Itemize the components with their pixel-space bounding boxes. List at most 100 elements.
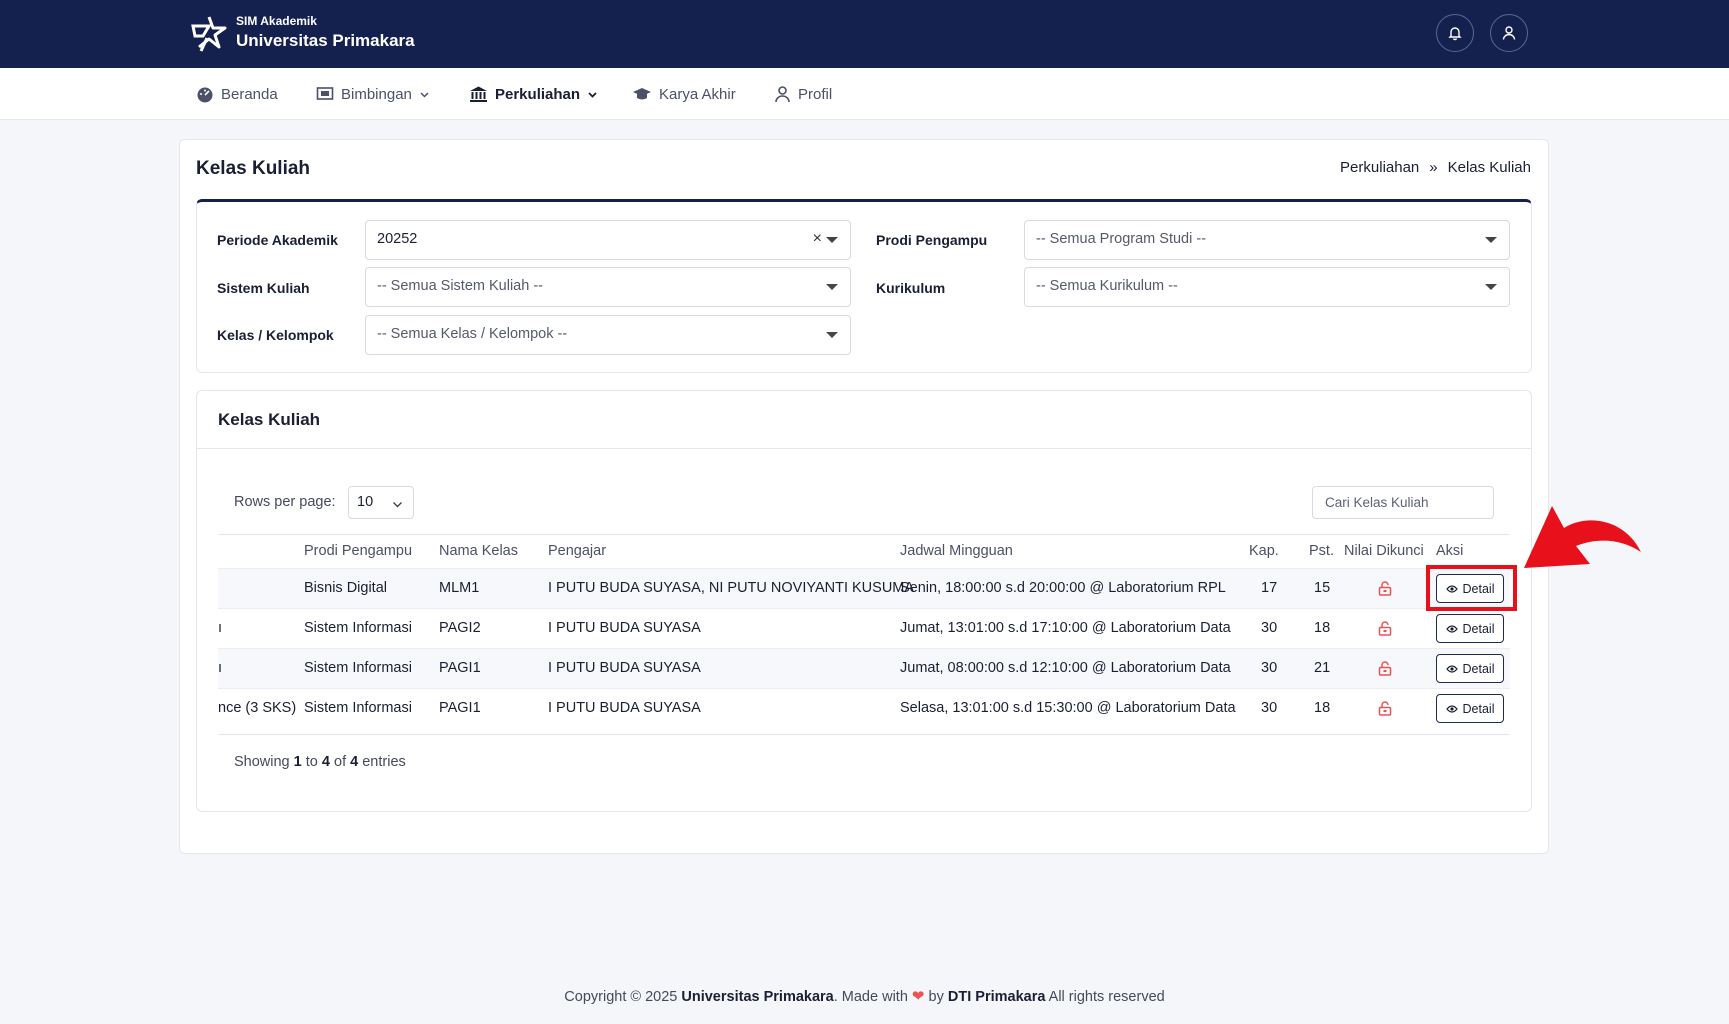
periode-value: 20252	[377, 231, 418, 247]
kelas-table: Prodi Pengampu Nama Kelas Pengajar Jadwa…	[218, 534, 1510, 735]
institution-icon	[470, 86, 487, 102]
footer-rights: All rights reserved	[1048, 989, 1165, 1005]
entries-total: 4	[350, 754, 359, 770]
clear-icon[interactable]: ×	[813, 230, 822, 248]
pst-cell: 15	[1314, 580, 1331, 596]
caret-down-icon	[1485, 284, 1497, 290]
rows-per-page-select[interactable]: 10	[348, 486, 414, 519]
top-header: SIM Akademik Universitas Primakara	[0, 0, 1729, 68]
nav-karya-akhir[interactable]: Karya Akhir	[632, 85, 736, 103]
col-header-nilai-dikunci[interactable]: Nilai Dikunci	[1344, 543, 1424, 559]
detail-button[interactable]: Detail	[1436, 654, 1504, 683]
prodi-cell: Sistem Informasi	[304, 660, 412, 676]
notification-button[interactable]	[1436, 14, 1474, 52]
kap-cell: 30	[1261, 660, 1278, 676]
kap-cell: 30	[1261, 700, 1278, 716]
page-title: Kelas Kuliah	[196, 158, 311, 179]
chevron-down-icon	[420, 91, 429, 98]
entries-suffix: entries	[362, 754, 406, 770]
col-header-pengajar[interactable]: Pengajar	[548, 543, 606, 559]
breadcrumb-current: Kelas Kuliah	[1447, 159, 1531, 176]
nav-beranda[interactable]: Beranda	[196, 85, 278, 103]
nav-karya-akhir-label: Karya Akhir	[659, 85, 736, 103]
sistem-select[interactable]: -- Semua Sistem Kuliah --	[365, 267, 851, 307]
caret-down-icon	[826, 332, 838, 338]
red-arrow-icon	[1524, 506, 1641, 568]
user-menu-button[interactable]	[1490, 14, 1528, 52]
kap-cell: 17	[1261, 580, 1278, 596]
kelas-value: -- Semua Kelas / Kelompok --	[377, 326, 568, 342]
nav-bimbingan[interactable]: Bimbingan	[316, 85, 430, 103]
entries-info: Showing 1 to 4 of 4 entries	[234, 754, 406, 770]
detail-button[interactable]: Detail	[1436, 694, 1504, 723]
kelas-cell: PAGI1	[439, 700, 481, 716]
col-header-jadwal[interactable]: Jadwal Mingguan	[900, 543, 1013, 559]
kelas-select[interactable]: -- Semua Kelas / Kelompok --	[365, 315, 851, 355]
truncated-cell: ı	[218, 620, 223, 636]
table-row: nce (3 SKS) Sistem Informasi PAGI1 I PUT…	[218, 688, 1510, 728]
col-header-kap[interactable]: Kap.	[1249, 543, 1279, 559]
detail-button[interactable]: Detail	[1436, 614, 1504, 643]
col-header-nama-kelas[interactable]: Nama Kelas	[439, 543, 518, 559]
unlock-icon	[1378, 621, 1392, 636]
prodi-value: -- Semua Program Studi --	[1036, 231, 1207, 247]
pengajar-cell: I PUTU BUDA SUYASA	[548, 660, 701, 676]
breadcrumb-separator: »	[1429, 159, 1438, 176]
detail-button-label: Detail	[1462, 701, 1495, 716]
unlock-icon	[1378, 581, 1392, 596]
prodi-select[interactable]: -- Semua Program Studi --	[1024, 220, 1510, 260]
primakara-logo-icon	[191, 16, 227, 52]
breadcrumb: Perkuliahan » Kelas Kuliah	[1340, 159, 1531, 176]
detail-button-label: Detail	[1462, 621, 1495, 636]
bell-icon	[1448, 27, 1462, 41]
periode-select[interactable]: 20252 ×	[365, 220, 851, 260]
entries-to-word: to	[305, 754, 318, 770]
breadcrumb-perkuliahan[interactable]: Perkuliahan	[1340, 159, 1419, 176]
search-input[interactable]	[1312, 486, 1494, 519]
detail-button-label: Detail	[1462, 661, 1495, 676]
app-subtitle: SIM Akademik	[236, 14, 317, 28]
table-row: ı Sistem Informasi PAGI2 I PUTU BUDA SUY…	[218, 608, 1510, 648]
kap-cell: 30	[1261, 620, 1278, 636]
truncated-cell: ı	[218, 660, 223, 676]
pst-cell: 21	[1314, 660, 1331, 676]
kelas-cell: MLM1	[439, 580, 480, 596]
rows-per-page-label: Rows per page:	[234, 494, 336, 510]
prodi-cell: Sistem Informasi	[304, 620, 412, 636]
unlock-icon	[1378, 701, 1392, 716]
nav-profil[interactable]: Profil	[774, 85, 832, 103]
rows-per-page-value: 10	[357, 494, 374, 510]
highlight-box	[1426, 565, 1517, 611]
dashboard-icon	[197, 87, 213, 103]
prodi-cell: Sistem Informasi	[304, 700, 412, 716]
caret-down-icon	[1485, 237, 1497, 243]
entries-from: 1	[293, 754, 302, 770]
nav-perkuliahan[interactable]: Perkuliahan	[469, 85, 598, 103]
kelas-cell: PAGI2	[439, 620, 481, 636]
col-header-prodi[interactable]: Prodi Pengampu	[304, 543, 412, 559]
footer-by: by	[928, 989, 944, 1005]
heart-icon: ❤	[911, 988, 925, 1005]
user-icon	[1502, 26, 1516, 40]
col-header-pst[interactable]: Pst.	[1309, 543, 1334, 559]
chevron-down-icon	[588, 91, 597, 98]
prodi-cell: Bisnis Digital	[304, 580, 387, 596]
footer-made-with: . Made with	[833, 989, 908, 1005]
eye-icon	[1445, 624, 1458, 633]
graduation-cap-icon	[633, 88, 651, 100]
footer-copyright: Copyright © 2025	[564, 989, 678, 1005]
jadwal-cell: Selasa, 13:01:00 s.d 15:30:00 @ Laborato…	[900, 700, 1236, 716]
entries-prefix: Showing	[234, 754, 290, 770]
kelas-cell: PAGI1	[439, 660, 481, 676]
footer-org: Universitas Primakara	[681, 989, 834, 1005]
nav-profil-label: Profil	[798, 85, 833, 103]
footer-team: DTI Primakara	[947, 989, 1046, 1005]
kelas-label: Kelas / Kelompok	[217, 327, 334, 343]
caret-down-icon	[826, 237, 838, 243]
jadwal-cell: Senin, 18:00:00 s.d 20:00:00 @ Laborator…	[900, 580, 1226, 596]
app-title: Universitas Primakara	[236, 31, 415, 50]
kurikulum-select[interactable]: -- Semua Kurikulum --	[1024, 267, 1510, 307]
entries-to: 4	[321, 754, 330, 770]
table-card-header: Kelas Kuliah	[197, 391, 1531, 449]
pengajar-cell: I PUTU BUDA SUYASA, NI PUTU NOVIYANTI KU…	[548, 580, 915, 596]
